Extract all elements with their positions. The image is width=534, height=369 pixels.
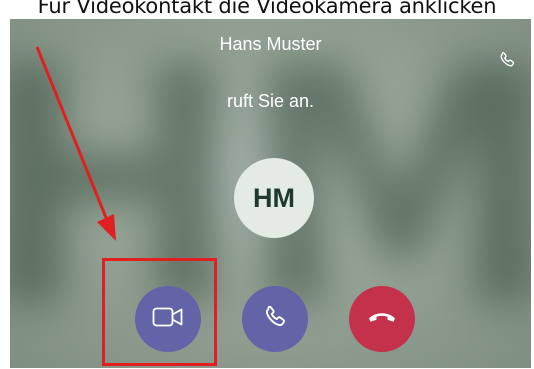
hang-up-icon (366, 307, 398, 332)
phone-icon (261, 303, 289, 336)
caller-avatar: HM (234, 158, 314, 238)
video-camera-icon (152, 306, 184, 333)
phone-icon (497, 50, 517, 70)
call-status-text: ruft Sie an. (226, 91, 315, 111)
accept-video-call-button[interactable] (135, 286, 201, 352)
incoming-call-window: HM Hans Muster ruft Sie an. HM (10, 19, 531, 368)
caller-name: Hans Muster (219, 34, 322, 54)
accept-audio-call-button[interactable] (242, 286, 308, 352)
avatar-initials: HM (253, 182, 295, 213)
decline-call-button[interactable] (349, 286, 415, 352)
